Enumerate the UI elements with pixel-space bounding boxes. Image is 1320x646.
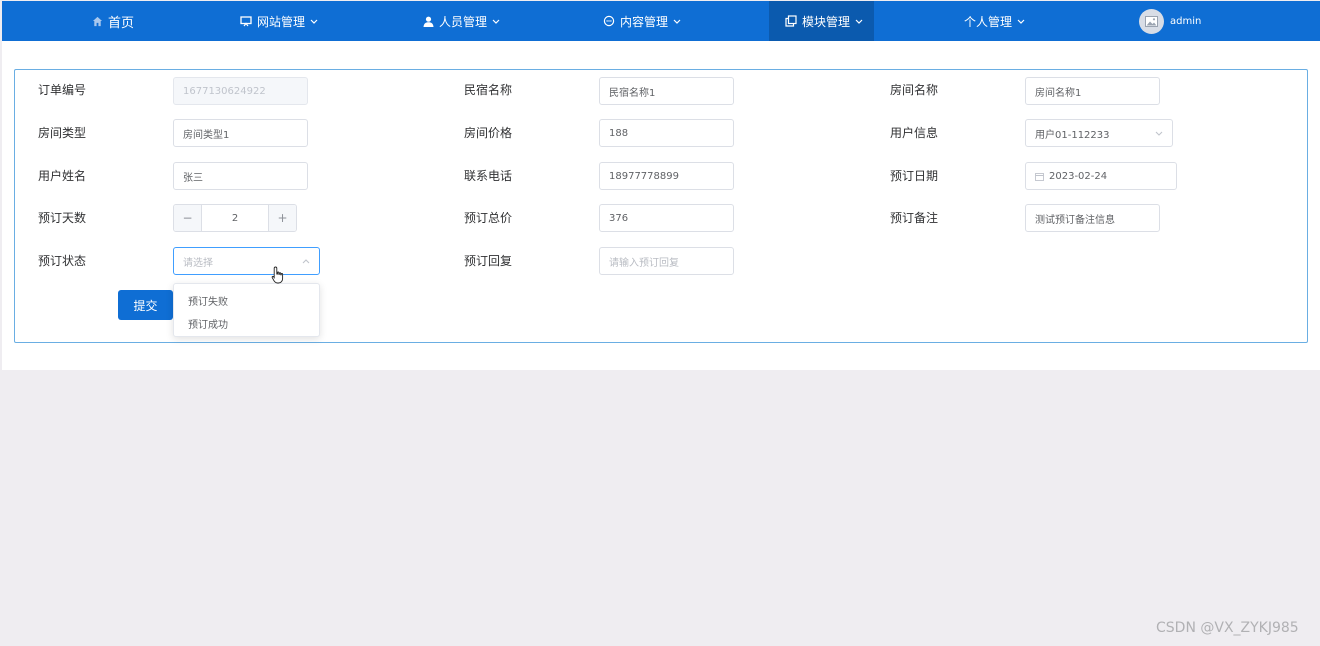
top-nav-bar: 首页 网站管理 人员管理 内容管理 模块管理 个人管理 admin	[2, 1, 1320, 41]
booking-note-field[interactable]: 测试预订备注信息	[1025, 204, 1160, 232]
chevron-down-icon	[673, 19, 681, 24]
increment-button[interactable]: +	[268, 205, 296, 231]
chevron-down-icon	[492, 19, 500, 24]
room-type-field[interactable]: 房间类型1	[173, 119, 308, 147]
nav-site-management-label: 网站管理	[257, 14, 306, 29]
total-price-field[interactable]: 376	[599, 204, 734, 232]
nav-home[interactable]: 首页	[92, 1, 134, 41]
homestay-name-label: 民宿名称	[464, 83, 513, 97]
booking-days-label: 预订天数	[38, 211, 87, 225]
booking-date-picker[interactable]: 2023-02-24	[1025, 162, 1177, 190]
username: admin	[1170, 15, 1202, 27]
room-name-field[interactable]: 房间名称1	[1025, 77, 1160, 105]
monitor-icon	[240, 15, 252, 27]
phone-label: 联系电话	[464, 169, 513, 183]
chevron-down-icon	[310, 19, 318, 24]
user-info-value: 用户01-112233	[1035, 129, 1110, 141]
booking-status-dropdown: 预订失败 预订成功	[173, 283, 320, 337]
calendar-icon	[1035, 172, 1044, 181]
nav-content-management[interactable]: 内容管理	[603, 1, 681, 41]
home-icon	[92, 16, 103, 27]
chevron-up-icon	[302, 256, 310, 267]
booking-days-value[interactable]: 2	[202, 205, 268, 231]
room-price-field[interactable]: 188	[599, 119, 734, 147]
nav-site-management[interactable]: 网站管理	[240, 1, 318, 41]
booking-note-label: 预订备注	[890, 211, 939, 225]
phone-field[interactable]: 18977778899	[599, 162, 734, 190]
decrement-button[interactable]: −	[174, 205, 202, 231]
user-menu[interactable]: admin	[1139, 1, 1201, 41]
booking-status-select[interactable]: 请选择	[173, 247, 320, 275]
nav-personal-management-label: 个人管理	[964, 14, 1013, 29]
user-icon	[423, 16, 434, 27]
room-price-label: 房间价格	[464, 126, 513, 140]
user-name-value: 张三	[183, 172, 203, 184]
booking-date-value: 2023-02-24	[1049, 170, 1108, 182]
watermark-text: CSDN @VX_ZYKJ985	[1156, 620, 1299, 636]
booking-days-stepper[interactable]: − 2 +	[173, 204, 297, 232]
submit-button[interactable]: 提交	[118, 290, 173, 320]
homestay-name-value: 民宿名称1	[609, 87, 656, 99]
chevron-down-icon	[855, 19, 863, 24]
user-info-select[interactable]: 用户01-112233	[1025, 119, 1173, 147]
nav-staff-management[interactable]: 人员管理	[423, 1, 500, 41]
room-price-value: 188	[609, 127, 629, 139]
homestay-name-field[interactable]: 民宿名称1	[599, 77, 734, 105]
chat-icon	[603, 15, 615, 27]
nav-staff-management-label: 人员管理	[439, 14, 488, 29]
booking-reply-field[interactable]: 请输入预订回复	[599, 247, 734, 275]
copy-icon	[785, 15, 797, 27]
total-price-label: 预订总价	[464, 211, 513, 225]
dropdown-option-success[interactable]: 预订成功	[188, 316, 228, 331]
hand-pointer-icon	[271, 266, 285, 288]
user-name-field[interactable]: 张三	[173, 162, 308, 190]
phone-value: 18977778899	[609, 170, 679, 182]
chevron-down-icon	[1017, 19, 1025, 24]
chevron-down-icon	[1155, 128, 1163, 139]
nav-home-label: 首页	[108, 15, 135, 31]
room-name-value: 房间名称1	[1035, 87, 1082, 99]
user-info-label: 用户信息	[890, 126, 939, 140]
avatar	[1139, 8, 1164, 34]
room-type-value: 房间类型1	[183, 129, 230, 141]
booking-reply-label: 预订回复	[464, 254, 513, 268]
dropdown-option-failed[interactable]: 预订失败	[188, 293, 228, 308]
room-name-label: 房间名称	[890, 83, 939, 97]
booking-date-label: 预订日期	[890, 169, 939, 183]
order-no-label: 订单编号	[38, 83, 87, 97]
booking-status-label: 预订状态	[38, 254, 87, 268]
room-type-label: 房间类型	[38, 126, 87, 140]
order-no-value: 1677130624922	[183, 85, 266, 97]
booking-reply-placeholder: 请输入预订回复	[609, 257, 679, 269]
nav-content-management-label: 内容管理	[620, 14, 669, 29]
nav-personal-management[interactable]: 个人管理	[964, 1, 1025, 41]
booking-note-value: 测试预订备注信息	[1035, 214, 1115, 226]
order-no-field: 1677130624922	[173, 77, 308, 105]
booking-status-placeholder: 请选择	[183, 257, 213, 269]
user-name-label: 用户姓名	[38, 169, 87, 183]
nav-module-management[interactable]: 模块管理	[769, 1, 874, 41]
nav-module-management-label: 模块管理	[802, 14, 851, 29]
total-price-value: 376	[609, 212, 629, 224]
